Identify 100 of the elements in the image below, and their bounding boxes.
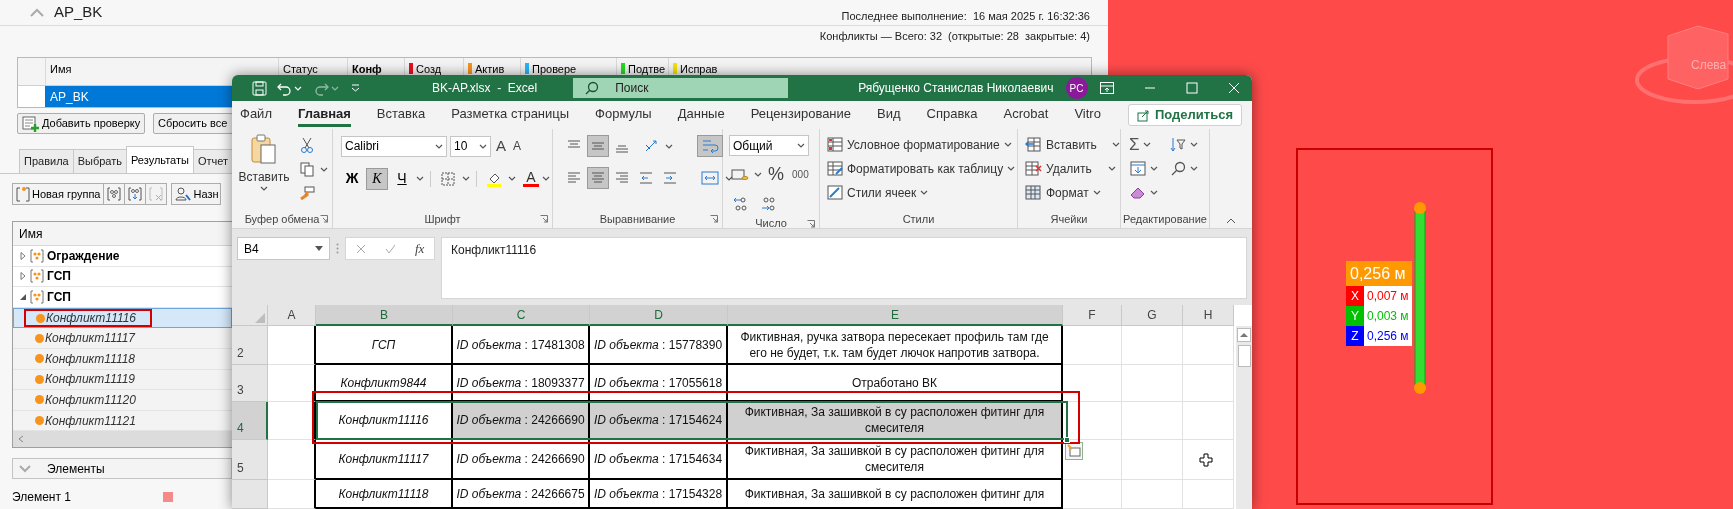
add-test-button[interactable]: Добавить проверку <box>17 113 145 134</box>
column-header[interactable]: E <box>728 305 1063 326</box>
thousands-button[interactable]: 000 <box>790 167 811 182</box>
column-header[interactable]: Имя <box>50 61 72 78</box>
ribbon-tab[interactable]: Вставка <box>376 103 426 127</box>
shrink-font-button[interactable]: A <box>511 137 524 156</box>
ribbon-tab[interactable]: Данные <box>677 103 725 127</box>
styles-command[interactable]: Условное форматирование <box>827 134 1017 155</box>
expand-arrow-icon[interactable] <box>19 251 27 260</box>
name-box[interactable]: B4 <box>237 237 330 260</box>
collapse-icon[interactable] <box>30 8 44 17</box>
column-header[interactable]: Конф <box>352 61 382 78</box>
font-name-field[interactable]: Calibri <box>341 135 447 157</box>
paste-button[interactable]: Вставить <box>238 134 290 204</box>
scroll-left-icon[interactable] <box>18 435 24 444</box>
caret-icon[interactable] <box>508 176 516 181</box>
new-group-button[interactable]: Новая группа <box>12 183 105 205</box>
expand-icon[interactable] <box>19 464 31 473</box>
cells-command[interactable]: Формат <box>1025 182 1120 203</box>
search-field[interactable]: Поиск <box>573 78 789 98</box>
avatar[interactable]: PC <box>1065 77 1088 99</box>
ribbon-tab[interactable]: Справка <box>926 103 978 127</box>
styles-command[interactable]: Форматировать как таблицу <box>827 158 1017 179</box>
cells-command[interactable]: Вставить <box>1025 134 1120 155</box>
assign-button[interactable]: Назн <box>171 183 222 205</box>
caret-icon[interactable] <box>1142 142 1151 147</box>
column-header[interactable]: Исправ <box>680 61 718 78</box>
underline-button[interactable]: Ч <box>391 167 413 190</box>
save-icon[interactable] <box>252 80 267 96</box>
column-header[interactable]: Созд <box>416 61 442 78</box>
dialog-launcher-icon[interactable] <box>540 215 548 223</box>
caret-icon[interactable] <box>462 176 470 181</box>
ribbon-tab[interactable]: Вид <box>877 103 901 127</box>
collapse-arrow-icon[interactable] <box>19 293 27 301</box>
column-header[interactable]: C <box>453 305 590 326</box>
caret-icon[interactable] <box>479 143 487 149</box>
reset-button[interactable]: Сбросить все <box>153 113 233 134</box>
caret-icon[interactable] <box>1150 166 1158 171</box>
column-header[interactable]: B <box>316 305 453 326</box>
caret-icon[interactable] <box>1112 142 1120 147</box>
group-button[interactable] <box>103 183 126 205</box>
column-header[interactable]: A <box>268 305 316 326</box>
caret-icon[interactable] <box>920 190 929 195</box>
drag-handle-icon[interactable] <box>336 243 339 254</box>
ungroup-button[interactable] <box>124 183 147 205</box>
column-header[interactable]: F <box>1063 305 1122 326</box>
caret-icon[interactable] <box>320 166 328 172</box>
row-header[interactable]: 5 <box>232 440 268 480</box>
cancel-icon[interactable] <box>355 243 366 254</box>
expand-arrow-icon[interactable] <box>19 272 27 281</box>
tab[interactable]: Правила <box>19 149 74 173</box>
scroll-up-icon[interactable] <box>1237 328 1251 342</box>
share-button[interactable]: Поделиться <box>1127 104 1242 126</box>
enter-icon[interactable] <box>384 243 396 254</box>
fill-handle[interactable] <box>1064 437 1070 443</box>
panel-header[interactable]: Элементы <box>12 458 232 480</box>
caret-icon[interactable] <box>665 143 673 149</box>
bold-button[interactable]: Ж <box>341 167 363 190</box>
tree-item[interactable]: Конфликт11121 <box>13 410 232 432</box>
tree-item[interactable]: Конфликт11117 <box>13 328 232 349</box>
italic-button[interactable]: К <box>366 167 388 190</box>
caret-icon[interactable] <box>1092 190 1101 195</box>
ribbon-tab[interactable]: Формулы <box>595 103 652 127</box>
maximize-icon[interactable] <box>1186 82 1198 94</box>
ribbon-tab[interactable]: Vitro <box>1074 103 1101 127</box>
percent-button[interactable]: % <box>765 161 787 188</box>
caret-icon[interactable] <box>542 176 550 181</box>
caret-icon[interactable] <box>1190 166 1198 171</box>
tab[interactable]: Результаты <box>126 146 194 173</box>
dropdown-icon[interactable] <box>315 246 323 251</box>
column-header[interactable]: Статус <box>283 61 318 78</box>
caret-icon[interactable] <box>435 143 443 149</box>
caret-icon[interactable] <box>1150 190 1158 195</box>
number-format-field[interactable]: Общий <box>729 135 809 156</box>
caret-icon[interactable] <box>725 175 733 181</box>
caret-icon[interactable] <box>260 186 268 191</box>
grow-font-button[interactable]: A <box>494 135 508 158</box>
table-row[interactable]: AP_BK <box>45 86 232 107</box>
dialog-launcher-icon[interactable] <box>710 215 718 223</box>
caret-icon[interactable] <box>754 172 762 177</box>
close-icon[interactable] <box>1228 82 1240 94</box>
tree-item[interactable]: ГСП <box>47 267 71 286</box>
customize-icon[interactable] <box>351 84 360 92</box>
tree-item[interactable]: Конфликт11120 <box>13 390 232 411</box>
column-header[interactable]: Актив <box>475 61 505 78</box>
tab[interactable]: Отчет <box>192 149 234 173</box>
delete-group-button[interactable] <box>145 183 168 205</box>
row-header[interactable]: 3 <box>232 365 268 402</box>
ribbon-tab[interactable]: Файл <box>240 103 272 127</box>
ribbon-tab[interactable]: Acrobat <box>1003 103 1049 127</box>
tree-item[interactable]: Ограждение <box>47 246 120 265</box>
column-header[interactable]: Имя <box>19 224 43 243</box>
tree-item[interactable]: ГСП <box>47 288 71 306</box>
column-header[interactable]: Провере <box>532 61 577 78</box>
insert-function-button[interactable]: fx <box>415 238 425 259</box>
tab[interactable]: Выбрать <box>72 149 127 173</box>
font-color-button[interactable]: A <box>523 170 539 187</box>
column-header[interactable]: D <box>590 305 728 326</box>
horizontal-scrollbar[interactable] <box>13 431 232 448</box>
collapse-ribbon-icon[interactable] <box>1226 218 1236 224</box>
